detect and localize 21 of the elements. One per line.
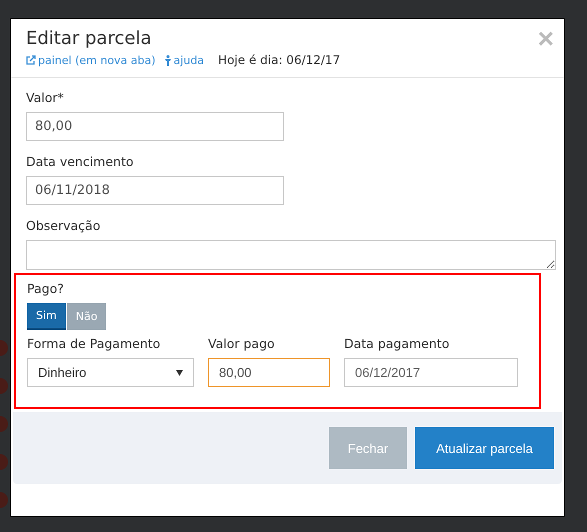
input-field[interactable]: 80,00 <box>26 112 284 141</box>
field-label: Data vencimento <box>26 154 135 170</box>
dialog-title: Editar parcela <box>26 27 152 51</box>
field-label: Data pagamento <box>344 336 450 352</box>
toggle-button[interactable]: Sim <box>27 303 66 330</box>
field-label: Forma de Pagamento <box>27 336 162 352</box>
figure-icon <box>164 54 172 66</box>
input-field[interactable]: 06/11/2018 <box>26 176 284 205</box>
date-text: Hoje é dia: 06/12/17 <box>218 53 340 67</box>
field-label: Valor pago <box>208 336 276 352</box>
link[interactable]: painel (em nova aba) <box>26 54 156 66</box>
input-field[interactable]: 80,00 <box>208 358 330 387</box>
caret-icon <box>176 370 183 376</box>
field-label: Pago? <box>27 281 65 297</box>
field-label: Valor* <box>26 90 65 106</box>
field-label: Observação <box>26 218 102 234</box>
external-link-icon <box>26 55 36 65</box>
dropdown[interactable]: Dinheiro <box>27 358 194 387</box>
text-area[interactable] <box>26 240 556 270</box>
link[interactable]: ajuda <box>164 54 204 66</box>
update-button[interactable]: Atualizar parcela <box>415 427 554 469</box>
